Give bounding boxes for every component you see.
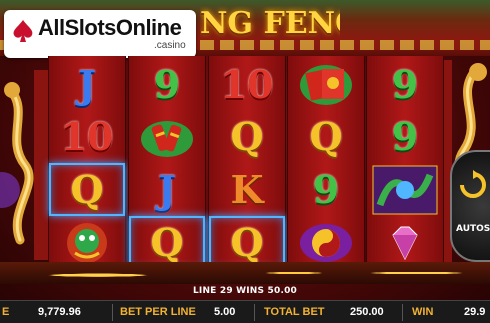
symbol-9: 9 — [153, 61, 181, 107]
symbol-cell: J — [49, 58, 125, 111]
symbol-cell — [288, 58, 364, 111]
dragon-icon — [67, 222, 107, 263]
symbol-j: J — [158, 166, 176, 212]
logo-text: AllSlotsOnline — [38, 15, 182, 40]
total-bet-value: 250.00 — [350, 306, 384, 318]
symbol-q: Q — [309, 113, 343, 159]
red-envelope-icon — [300, 64, 352, 105]
symbol-9: 9 — [391, 113, 419, 159]
symbol-9: 9 — [391, 61, 419, 107]
bet-per-line-value[interactable]: 5.00 — [214, 306, 235, 318]
symbol-q: Q — [70, 166, 104, 212]
symbol-q: Q — [150, 219, 184, 265]
win-line-message: LINE 29 WINS 50.00 — [192, 286, 298, 296]
divider — [112, 304, 113, 321]
symbol-cell: 9 — [367, 110, 443, 163]
site-logo: AllSlotsOnline .casino — [4, 10, 196, 58]
symbol-q: Q — [230, 219, 264, 265]
autospin-button[interactable]: AUTOSP — [450, 150, 490, 262]
reel-3: 10 Q K Q — [208, 56, 286, 269]
symbol-cell: 10 — [209, 58, 285, 111]
symbol-cell: 9 — [129, 58, 205, 111]
symbol-cell — [367, 163, 443, 216]
balance-label: E — [2, 306, 10, 318]
symbol-cell: 10 — [49, 110, 125, 163]
firecrackers-icon — [141, 120, 193, 157]
symbol-10: 10 — [220, 61, 274, 107]
symbol-cell: Q — [288, 110, 364, 163]
symbol-9: 9 — [312, 166, 340, 212]
reel-2: 9 JQ — [128, 56, 206, 269]
win-value: 29.9 — [464, 306, 486, 318]
bottom-bar: E 9,779.96 BET PER LINE 5.00 TOTAL BET 2… — [0, 300, 490, 323]
symbol-cell: K — [209, 163, 285, 216]
symbol-cell: J — [129, 163, 205, 216]
winning-symbol-cell: Q — [49, 163, 125, 216]
diamond-icon — [392, 226, 418, 260]
balance-value: 9,779.96 — [38, 306, 81, 318]
reel-grid: J 10 Q 9 J Q 10 Q K Q Q 9 9 9 — [48, 56, 444, 269]
divider — [402, 304, 403, 321]
bet-per-line-label: BET PER LINE — [120, 306, 196, 318]
symbol-cell — [129, 110, 205, 163]
autospin-arrow-icon — [460, 170, 486, 198]
game-screen: NG FENG AllSlotsOnline .casino J10Q9JQ10… — [0, 0, 490, 323]
reel-4: Q9 — [287, 56, 365, 268]
reel-1: J 10 Q — [48, 56, 126, 268]
symbol-10: 10 — [60, 113, 114, 159]
symbol-cell: 9 — [367, 58, 443, 111]
logo-subtext: .casino — [154, 40, 186, 51]
gold-treasure-pile — [0, 262, 490, 284]
symbol-cell: 9 — [288, 163, 364, 216]
autospin-label: AUTOSP — [456, 224, 490, 234]
symbol-k: K — [230, 166, 264, 212]
divider — [254, 304, 255, 321]
dragon-pearl-icon — [372, 165, 438, 214]
reel-5: 99 — [366, 56, 444, 268]
symbol-j: J — [78, 61, 96, 107]
win-label: WIN — [412, 306, 434, 318]
yin-yang-icon — [300, 223, 352, 262]
game-title: NG FENG — [200, 6, 340, 41]
total-bet-label: TOTAL BET — [264, 306, 325, 318]
gold-dragon-left-icon — [0, 70, 48, 260]
symbol-cell: Q — [209, 110, 285, 163]
spade-icon — [13, 20, 33, 42]
symbol-q: Q — [230, 113, 264, 159]
